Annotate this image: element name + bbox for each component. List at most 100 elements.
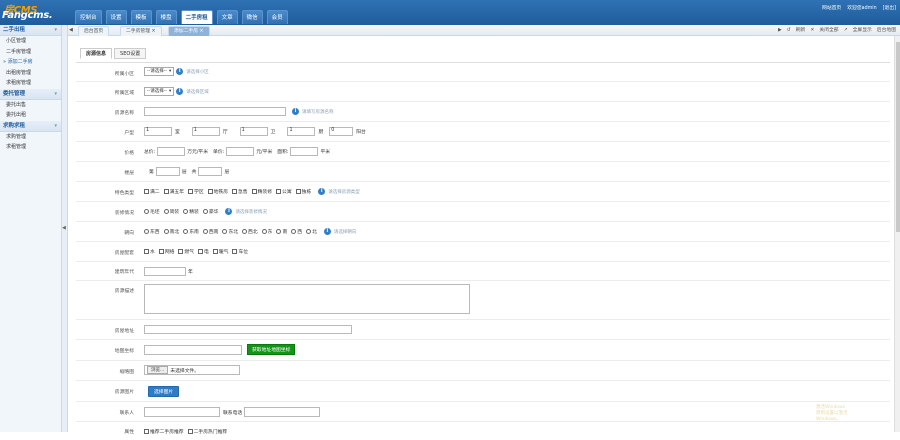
radio-button[interactable]: [261, 229, 267, 234]
nav-item-3[interactable]: 楼盘: [155, 10, 177, 24]
orientation-opts-option-8[interactable]: 西: [291, 228, 302, 235]
sidebar-item-0-1[interactable]: 二手房管理: [0, 47, 61, 58]
orientation-opts-option-6[interactable]: 东: [261, 228, 272, 235]
facilities-opts-option-5[interactable]: 车位: [232, 248, 248, 255]
checkbox[interactable]: [232, 189, 238, 194]
description-textarea[interactable]: [144, 284, 470, 314]
refresh-icon[interactable]: ↺: [787, 25, 791, 36]
sidebar-item-1-0[interactable]: 委托出售: [0, 100, 61, 111]
orientation-opts-option-4[interactable]: 东北: [222, 228, 238, 235]
nav-item-1[interactable]: 设置: [105, 10, 127, 24]
tab-add-secondhand[interactable]: 添加二手房 ×: [168, 26, 210, 36]
radio-button[interactable]: [291, 229, 297, 234]
unit-price-input[interactable]: [226, 147, 255, 156]
orientation-opts-option-7[interactable]: 南: [276, 228, 287, 235]
radio-button[interactable]: [222, 229, 228, 234]
checkbox[interactable]: [212, 249, 218, 254]
checkbox[interactable]: [251, 189, 257, 194]
sidebar-section-0[interactable]: 二手出租 ▾: [0, 25, 61, 36]
checkbox[interactable]: [144, 189, 149, 194]
close-icon[interactable]: ×: [152, 29, 156, 34]
radio-button[interactable]: [163, 229, 169, 234]
radio-button[interactable]: [183, 229, 189, 234]
features-opts-option-3[interactable]: 地铁房: [207, 188, 228, 195]
nav-item-6[interactable]: 微信: [241, 10, 263, 24]
checkbox[interactable]: [163, 189, 169, 194]
sidebar-section-2[interactable]: 求购求租 ▾: [0, 120, 61, 132]
radio-button[interactable]: [202, 229, 208, 234]
close-all-button[interactable]: 关闭全部: [819, 25, 838, 36]
tab-secondhand-manage[interactable]: 二手房管理 ×: [120, 26, 162, 36]
kitchens-input[interactable]: 1: [287, 127, 316, 136]
phone-input[interactable]: [244, 407, 321, 417]
radio-button[interactable]: [242, 229, 248, 234]
close-icon[interactable]: ×: [200, 29, 204, 34]
sidebar-item-1-1[interactable]: 委托出租: [0, 110, 61, 121]
tab-scroll-left-icon[interactable]: ◀: [69, 25, 73, 36]
facilities-opts-option-4[interactable]: 暖气: [212, 248, 228, 255]
community-select[interactable]: --请选择-- ▾: [144, 67, 175, 76]
checkbox[interactable]: [276, 189, 282, 194]
nav-item-7[interactable]: 会员: [266, 10, 288, 24]
features-opts-option-7[interactable]: 独栋: [295, 188, 311, 195]
tab-scroll-right-icon[interactable]: ▶: [778, 25, 782, 36]
checkbox[interactable]: [178, 249, 184, 254]
features-opts-option-2[interactable]: 学区: [188, 188, 204, 195]
checkbox[interactable]: [295, 189, 301, 194]
orientation-opts-option-5[interactable]: 西北: [242, 228, 258, 235]
features-opts-option-6[interactable]: 公寓: [276, 188, 292, 195]
sidebar-section-1[interactable]: 委托管理 ▾: [0, 88, 61, 100]
orientation-opts-option-1[interactable]: 南北: [163, 228, 179, 235]
area-input[interactable]: [290, 147, 319, 156]
thumbnail-file-input[interactable]: 浏览... 未选择文件。: [144, 365, 240, 375]
orientation-opts-option-3[interactable]: 西南: [202, 228, 218, 235]
tab-seo[interactable]: SEO设置: [114, 48, 147, 59]
facilities-opts-option-1[interactable]: 网络: [158, 248, 174, 255]
radio-button[interactable]: [144, 229, 149, 234]
decoration-opts-option-0[interactable]: 毛坯: [144, 208, 160, 215]
scrollbar-thumb[interactable]: [896, 42, 900, 232]
total-price-input[interactable]: [157, 147, 186, 156]
baths-input[interactable]: 1: [239, 127, 268, 136]
checkbox[interactable]: [232, 249, 238, 254]
admin-map-button[interactable]: 后台地图: [877, 25, 896, 36]
radio-button[interactable]: [183, 209, 189, 214]
address-input[interactable]: [144, 325, 352, 334]
get-coords-button[interactable]: 获取地址地图坐标: [247, 344, 296, 355]
features-opts-option-0[interactable]: 满二: [144, 188, 160, 195]
region-select[interactable]: --请选择-- ▾: [144, 87, 175, 96]
logout-link[interactable]: [退出]: [883, 4, 896, 11]
sidebar-item-2-1[interactable]: 求租管理: [0, 142, 61, 153]
decoration-opts-option-1[interactable]: 简装: [163, 208, 179, 215]
features-opts-option-4[interactable]: 急售: [232, 188, 248, 195]
checkbox[interactable]: [207, 189, 213, 194]
nav-item-0[interactable]: 控制台: [75, 10, 102, 24]
facilities-opts-option-0[interactable]: 水: [144, 248, 155, 255]
decoration-opts-option-2[interactable]: 精装: [183, 208, 199, 215]
orientation-opts-option-2[interactable]: 东南: [183, 228, 199, 235]
site-home-link[interactable]: 网站首页: [822, 4, 841, 11]
sidebar-item-2-0[interactable]: 求购管理: [0, 132, 61, 143]
checkbox[interactable]: [158, 249, 164, 254]
sidebar-item-0-4[interactable]: 求租房管理: [0, 78, 61, 89]
floor-input[interactable]: [155, 167, 180, 176]
checkbox[interactable]: [144, 249, 149, 254]
radio-button[interactable]: [306, 229, 312, 234]
sidebar-item-0-0[interactable]: 小区管理: [0, 36, 61, 47]
checkbox[interactable]: [198, 249, 204, 254]
sidebar-item-0-2[interactable]: » 添加二手房: [0, 57, 61, 68]
radio-button[interactable]: [202, 209, 208, 214]
nav-item-2[interactable]: 模板: [130, 10, 152, 24]
nav-item-5[interactable]: 文章: [216, 10, 238, 24]
total-floors-input[interactable]: [198, 167, 223, 176]
fullscreen-icon[interactable]: ↗: [844, 25, 848, 36]
orientation-opts-option-0[interactable]: 东西: [144, 228, 160, 235]
features-opts-option-1[interactable]: 满五年: [163, 188, 184, 195]
decoration-opts-option-3[interactable]: 豪华: [202, 208, 218, 215]
contact-input[interactable]: [144, 407, 220, 417]
build-year-input[interactable]: [144, 267, 186, 276]
coords-input[interactable]: [144, 344, 242, 355]
features-opts-option-5[interactable]: 精装修: [251, 188, 272, 195]
rooms-input[interactable]: 1: [144, 127, 172, 136]
browse-button[interactable]: 浏览...: [147, 366, 169, 374]
